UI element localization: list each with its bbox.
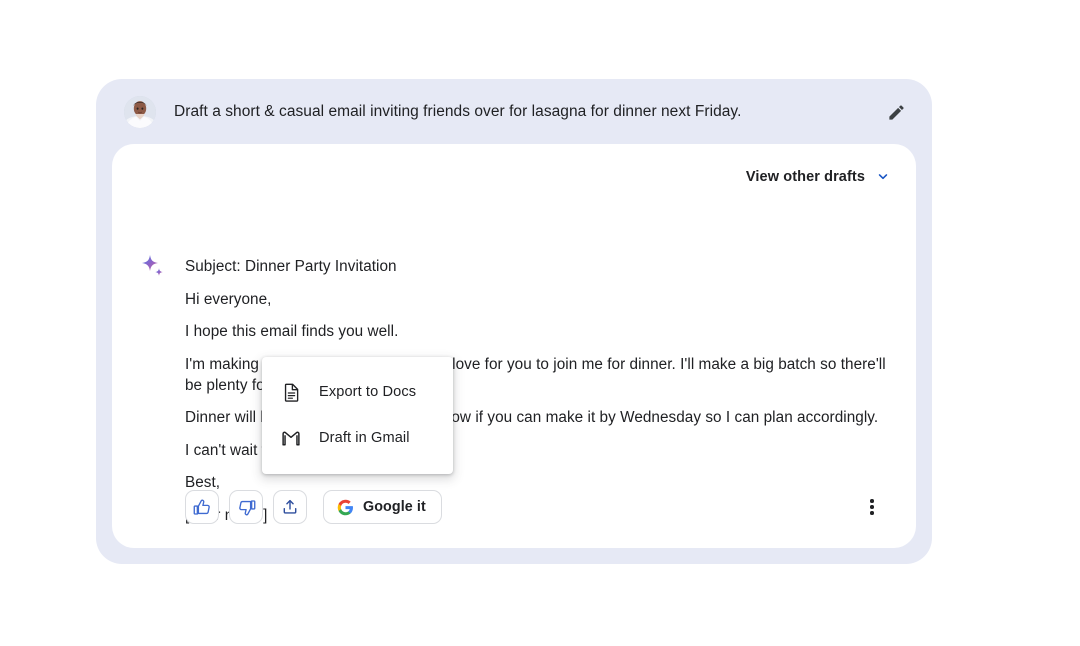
more-options-button[interactable] xyxy=(858,492,886,522)
google-it-button[interactable]: Google it xyxy=(323,490,442,524)
google-it-label: Google it xyxy=(363,499,426,515)
prompt-text: Draft a short & casual email inviting fr… xyxy=(174,102,742,120)
thumbs-down-button[interactable] xyxy=(229,490,263,524)
menu-item-export-to-docs[interactable]: Export to Docs xyxy=(262,369,453,415)
answer-line-opener: I hope this email finds you well. xyxy=(185,323,399,340)
more-vertical-icon xyxy=(870,497,874,517)
document-icon xyxy=(280,381,302,403)
menu-item-draft-in-gmail[interactable]: Draft in Gmail xyxy=(262,415,453,461)
edit-prompt-button[interactable] xyxy=(884,100,908,124)
user-avatar xyxy=(124,95,156,128)
share-icon xyxy=(283,499,297,514)
google-g-icon xyxy=(337,499,353,515)
answer-card: View other drafts Subject: Dinner Party … xyxy=(112,144,916,548)
thumbs-up-button[interactable] xyxy=(185,490,219,524)
share-button[interactable] xyxy=(273,490,307,524)
thumb-up-icon xyxy=(193,499,210,515)
gemini-response-container: Draft a short & casual email inviting fr… xyxy=(96,79,932,564)
menu-item-label: Draft in Gmail xyxy=(319,430,410,446)
action-bar: Google it xyxy=(185,490,442,524)
export-dropdown-menu: Export to Docs Draft in Gmail xyxy=(262,357,453,474)
sparkle-icon xyxy=(140,254,166,280)
pencil-icon xyxy=(888,104,904,120)
chevron-down-icon xyxy=(878,174,888,180)
thumb-down-icon xyxy=(238,499,255,515)
prompt-row: Draft a short & casual email inviting fr… xyxy=(96,79,932,144)
view-other-drafts-toggle[interactable]: View other drafts xyxy=(746,168,892,186)
answer-line-subject: Subject: Dinner Party Invitation xyxy=(185,258,397,275)
gmail-icon xyxy=(280,427,302,449)
avatar-photo xyxy=(124,95,156,128)
menu-item-label: Export to Docs xyxy=(319,384,417,400)
answer-line-greeting: Hi everyone, xyxy=(185,290,272,308)
view-other-drafts-label: View other drafts xyxy=(745,169,865,185)
